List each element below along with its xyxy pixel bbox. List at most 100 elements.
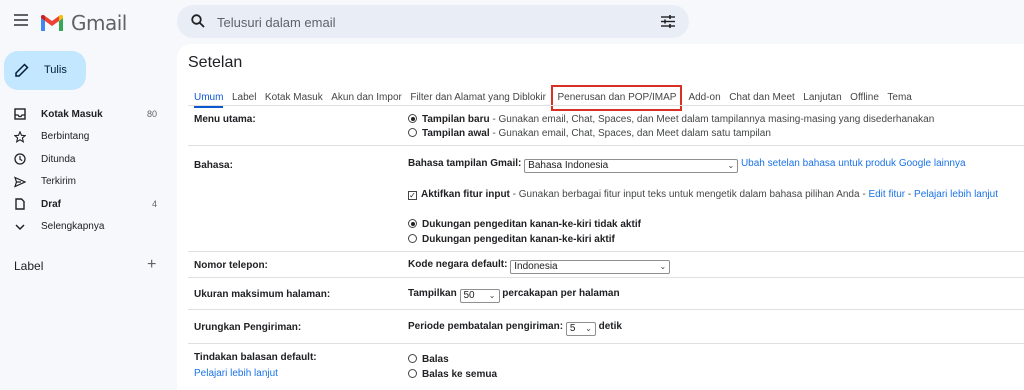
undo-send-label: Periode pembatalan pengiriman: [408, 321, 564, 332]
search-icon[interactable] [191, 14, 205, 28]
sidebar-item-drafts[interactable]: Draf 4 [0, 193, 170, 216]
setting-row-reply-behavior: Tindakan balasan default: Pelajari lebih… [188, 344, 1024, 390]
add-label-button[interactable]: + [147, 256, 156, 274]
sidebar-nav: Kotak Masuk 80 Berbintang Ditunda Terkir… [0, 103, 170, 238]
page-size-select[interactable]: 50 ⌄ [459, 289, 500, 303]
radio-button[interactable] [408, 354, 417, 363]
option-label: Dukungan pengeditan kanan-ke-kiri tidak … [422, 219, 641, 230]
page-size-control: Tampilkan 50 ⌄ percakapan per halaman [408, 288, 620, 303]
setting-key: Bahasa: [194, 160, 233, 171]
display-language-label: Bahasa tampilan Gmail: [408, 158, 522, 169]
setting-key: Menu utama: [194, 114, 256, 125]
labels-heading: Label [14, 259, 44, 273]
setting-key: Urungkan Pengiriman: [194, 322, 302, 333]
top-bar: Gmail Telusuri dalam email [0, 0, 1024, 44]
sidebar-item-label: Kotak Masuk [41, 108, 103, 120]
option-title: Tampilan awal [422, 128, 490, 139]
rtl-on-option[interactable]: Dukungan pengeditan kanan-ke-kiri aktif [408, 234, 615, 245]
radio-button[interactable] [408, 114, 417, 123]
main-menu-icon[interactable] [14, 14, 28, 26]
learn-more-link[interactable]: Pelajari lebih lanjut [194, 368, 278, 379]
undo-send-control: Periode pembatalan pengiriman: 5 ⌄ detik [408, 321, 622, 336]
page-size-suffix: percakapan per halaman [502, 288, 620, 299]
page-title: Setelan [188, 54, 243, 71]
page-size-value: 50 [463, 290, 475, 301]
sidebar-item-label: Draf [41, 198, 62, 210]
sidebar-item-starred[interactable]: Berbintang [0, 126, 170, 149]
setting-key: Tindakan balasan default: [194, 352, 317, 363]
gmail-m-icon [41, 14, 63, 31]
country-select-value: Indonesia [514, 261, 558, 272]
edit-tools-link[interactable]: Edit fitur [868, 189, 905, 200]
country-code-label: Kode negara default: [408, 259, 508, 270]
radio-button[interactable] [408, 369, 417, 378]
compose-label: Tulis [44, 64, 67, 76]
chevron-down-icon: ⌄ [727, 161, 735, 170]
sidebar-item-sent[interactable]: Terkirim [0, 171, 170, 194]
undo-period-value: 5 [569, 323, 576, 334]
language-select-value: Bahasa Indonesia [528, 160, 609, 171]
option-classic-view[interactable]: Tampilan awal - Gunakan email, Chat, Spa… [408, 128, 771, 139]
chevron-down-icon: ⌄ [659, 262, 667, 271]
language-select[interactable]: Bahasa Indonesia ⌄ [524, 159, 739, 173]
option-label: Balas ke semua [422, 369, 498, 380]
separator: - [905, 189, 915, 200]
option-new-view[interactable]: Tampilan baru - Gunakan email, Chat, Spa… [408, 114, 934, 125]
send-icon [14, 175, 26, 188]
inbox-icon [14, 108, 26, 120]
setting-key: Nomor telepon: [194, 260, 268, 271]
search-options-icon[interactable] [661, 15, 675, 28]
draft-icon [15, 198, 25, 210]
settings-panel: Setelan Umum Label Kotak Masuk Akun dan … [177, 44, 1024, 390]
compose-button[interactable]: Tulis [4, 51, 86, 90]
gmail-logo[interactable]: Gmail [40, 11, 127, 35]
undo-period-select[interactable]: 5 ⌄ [565, 322, 596, 336]
setting-row-main-menu: Menu utama: Tampilan baru - Gunakan emai… [188, 106, 1024, 146]
setting-key: Ukuran maksimum halaman: [194, 289, 331, 300]
pencil-icon [15, 63, 29, 77]
page-size-prefix: Tampilkan [408, 288, 457, 299]
input-tools-option[interactable]: ✓ Aktifkan fitur input - Gunakan berbagai… [408, 189, 998, 200]
reply-all-option[interactable]: Balas ke semua [408, 369, 497, 380]
star-icon [14, 130, 26, 143]
sidebar-item-more[interactable]: Selengkapnya [0, 216, 170, 239]
option-desc: - Gunakan email, Chat, Spaces, dan Meet … [489, 114, 935, 125]
option-desc: - Gunakan berbagai fitur input teks untu… [509, 189, 869, 200]
search-placeholder[interactable]: Telusuri dalam email [217, 15, 336, 30]
option-title: Tampilan baru [422, 114, 490, 125]
app-name: Gmail [71, 11, 127, 35]
option-label: Dukungan pengeditan kanan-ke-kiri aktif [422, 234, 615, 245]
clock-icon [14, 153, 26, 165]
setting-row-language: Bahasa: Bahasa tampilan Gmail: Bahasa In… [188, 146, 1024, 252]
setting-row-undo-send: Urungkan Pengiriman: Periode pembatalan … [188, 310, 1024, 344]
radio-button[interactable] [408, 219, 417, 228]
sidebar-item-label: Ditunda [41, 153, 76, 165]
sidebar-item-inbox[interactable]: Kotak Masuk 80 [0, 103, 170, 126]
radio-button[interactable] [408, 128, 417, 137]
unread-count: 80 [146, 109, 157, 120]
setting-row-page-size: Ukuran maksimum halaman: Tampilkan 50 ⌄ p… [188, 278, 1024, 310]
draft-count: 4 [151, 199, 157, 210]
chevron-down-icon: ⌄ [488, 291, 496, 300]
option-label: Balas [422, 354, 449, 365]
setting-row-phone: Nomor telepon: Kode negara default: Indo… [188, 252, 1024, 278]
display-language: Bahasa tampilan Gmail: Bahasa Indonesia ⌄… [408, 158, 966, 173]
sidebar-item-label: Selengkapnya [41, 221, 105, 233]
chevron-down-icon: ⌄ [585, 324, 592, 333]
option-desc: - Gunakan email, Chat, Spaces, dan Meet … [489, 128, 771, 139]
reply-option[interactable]: Balas [408, 354, 449, 365]
checkbox[interactable]: ✓ [408, 191, 417, 200]
search-bar[interactable]: Telusuri dalam email [177, 5, 689, 38]
country-select[interactable]: Indonesia ⌄ [510, 260, 671, 274]
sidebar-item-label: Terkirim [41, 176, 76, 188]
country-code: Kode negara default: Indonesia ⌄ [408, 259, 671, 274]
sidebar-item-label: Berbintang [41, 131, 90, 143]
undo-send-suffix: detik [598, 321, 622, 332]
option-title: Aktifkan fitur input [421, 189, 510, 200]
rtl-off-option[interactable]: Dukungan pengeditan kanan-ke-kiri tidak … [408, 219, 641, 230]
sidebar-item-snoozed[interactable]: Ditunda [0, 148, 170, 171]
radio-button[interactable] [408, 234, 417, 243]
learn-more-link[interactable]: Pelajari lebih lanjut [914, 189, 998, 200]
change-language-link[interactable]: Ubah setelan bahasa untuk produk Google … [741, 158, 966, 169]
chevron-down-icon [15, 223, 25, 230]
